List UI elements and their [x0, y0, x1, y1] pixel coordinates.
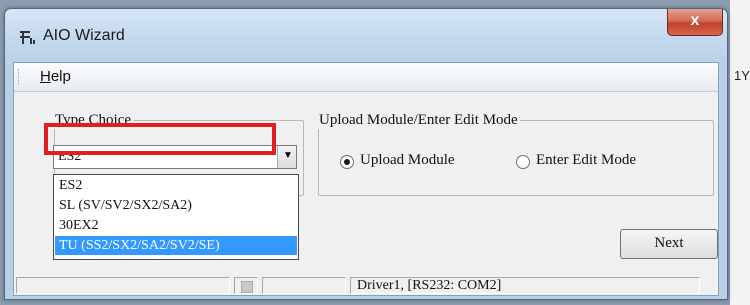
status-cell-2	[234, 277, 258, 294]
close-icon: x	[690, 12, 700, 29]
radio-edit-label: Enter Edit Mode	[536, 152, 636, 168]
radio-checked-icon	[340, 155, 354, 169]
status-cell-driver: Driver1, [RS232: COM2]	[350, 277, 700, 294]
dropdown-button[interactable]: ▼	[277, 146, 296, 168]
app-icon	[20, 31, 35, 44]
menu-grip-icon	[18, 69, 21, 85]
dropdown-option-30ex2[interactable]: 30EX2	[55, 216, 297, 235]
menu-bar: Help	[14, 63, 718, 92]
status-cell-1	[16, 277, 230, 294]
dropdown-option-tu[interactable]: TU (SS2/SX2/SA2/SV2/SE)	[55, 236, 297, 255]
next-button[interactable]: Next	[620, 229, 718, 259]
status-indicator-icon	[241, 281, 253, 293]
close-button[interactable]: x	[667, 9, 723, 36]
background-text-fragment: 1Y	[734, 68, 750, 83]
dropdown-option-es2[interactable]: ES2	[55, 176, 297, 195]
status-bar: Driver1, [RS232: COM2]	[14, 275, 718, 295]
radio-unchecked-icon	[516, 155, 530, 169]
status-cell-3	[262, 277, 346, 294]
title-bar[interactable]: AIO Wizard x	[5, 9, 727, 61]
menu-help[interactable]: Help	[40, 68, 71, 85]
chevron-down-icon: ▼	[283, 150, 293, 161]
background-app-edge: 1Y	[730, 0, 750, 305]
annotation-highlight-box	[44, 123, 276, 155]
driver-status-text: Driver1, [RS232: COM2]	[357, 278, 502, 293]
radio-upload-label: Upload Module	[360, 152, 455, 168]
dropdown-option-sl[interactable]: SL (SV/SV2/SX2/SA2)	[55, 196, 297, 215]
window-title: AIO Wizard	[43, 27, 125, 44]
upload-mode-legend: Upload Module/Enter Edit Mode	[319, 112, 518, 128]
type-choice-dropdown-list: ES2 SL (SV/SV2/SX2/SA2) 30EX2 TU (SS2/SX…	[53, 174, 299, 260]
